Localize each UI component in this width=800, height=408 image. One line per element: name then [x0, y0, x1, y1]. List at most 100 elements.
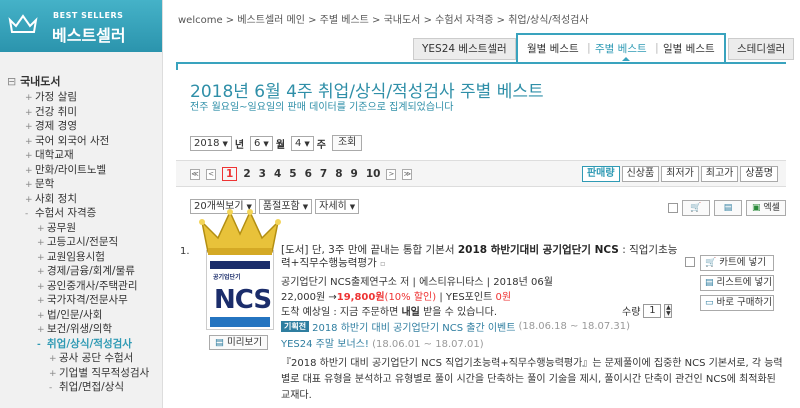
sidebar-item[interactable]: + 교원임용시험 [37, 249, 105, 264]
sort-button[interactable]: 최저가 [661, 166, 699, 182]
sidebar-item[interactable]: + 국어 외국어 사전 [25, 133, 109, 148]
sidebar-category-title[interactable]: ⊟ 국내도서 [7, 73, 61, 89]
expand-icon: + [49, 354, 57, 364]
year-label: 년 [234, 139, 245, 151]
sidebar-item[interactable]: + 경제 경영 [25, 118, 77, 133]
item-event[interactable]: 기획전 2018 하반기 대비 공기업단기 NCS 출간 이벤트 (18.06.… [281, 319, 630, 334]
sidebar-item-label: 고등고시/전문직 [47, 236, 119, 248]
quantity-step-button[interactable]: ▲ ▼ [664, 303, 673, 318]
logo-tag: BEST SELLERS [53, 11, 124, 20]
excel-button[interactable]: ▣ 엑셀 [746, 200, 786, 216]
crown-icon [8, 14, 38, 33]
page-number[interactable]: 2 [243, 168, 250, 180]
item-publisher: 공기업단기 NCS출제연구소 저 | 에스티유니타스 | 2018년 06월 [281, 277, 553, 288]
current-page[interactable]: 1 [222, 167, 238, 181]
expand-icon: + [25, 122, 33, 132]
item-weekend-bonus[interactable]: YES24 주말 보너스! (18.06.01 ~ 18.07.01) [281, 335, 484, 350]
page-number[interactable]: 7 [320, 168, 327, 180]
expand-icon: + [49, 368, 57, 379]
sidebar-item[interactable]: + 기업별 직무적성검사 [49, 365, 149, 380]
sort-button[interactable]: 신상품 [621, 166, 660, 182]
tab-yes24-bestseller[interactable]: YES24 베스트셀러 [413, 38, 516, 60]
item-checkbox[interactable] [685, 257, 695, 267]
sidebar-item-label: 건강 취미 [35, 105, 77, 118]
page-number[interactable]: 3 [259, 168, 266, 180]
tab-weekly[interactable]: 주별 베스트 [595, 41, 647, 56]
sidebar-item[interactable]: + 문학 [25, 176, 54, 191]
last-page-button[interactable]: ≫ [402, 168, 413, 180]
pager-bar: ≪ < 1 2 3 4 5 6 7 8 9 10 > ≫ 판매량 신상품 최저가 최고가 상품명 [176, 160, 786, 187]
page-number[interactable]: 8 [335, 168, 342, 180]
sidebar-item-label: 취업/면접/상식 [59, 381, 125, 393]
sidebar-item[interactable]: + 경제/금융/회계/물류 [37, 263, 135, 278]
sort-button[interactable]: 판매량 [581, 166, 620, 182]
sidebar-item[interactable]: + 공무원 [37, 220, 76, 235]
breadcrumb[interactable]: welcome > 베스트셀러 메인 > 주별 베스트 > 국내도서 > 수험서… [178, 11, 589, 26]
sidebar-item[interactable]: + 만화/라이트노벨 [25, 162, 106, 177]
page-number[interactable]: 6 [305, 168, 312, 180]
sidebar-item[interactable]: - 수험서 자격증 [25, 205, 96, 220]
page-number[interactable]: 10 [366, 168, 381, 180]
expand-icon: + [37, 325, 45, 335]
sidebar-item[interactable]: + 보건/위생/의학 [37, 321, 112, 336]
heading-rule [176, 62, 786, 64]
tab-daily[interactable]: 일별 베스트 [663, 41, 715, 56]
page-number[interactable]: 4 [274, 168, 281, 180]
sidebar-item[interactable]: + 법/인문/사회 [37, 307, 102, 322]
date-selector: 2018 ▼ 년 6 ▼ 월 4 ▼ 주 조회 [190, 135, 363, 151]
list-icon: ▤ [723, 203, 733, 213]
tab-steady-seller[interactable]: 스테디셀러 [728, 38, 795, 60]
preview-button[interactable]: ▤ 미리보기 [209, 335, 268, 350]
expand-icon: + [37, 310, 45, 321]
sidebar-item[interactable]: + 대학교재 [25, 147, 74, 162]
expand-icon: + [25, 180, 33, 190]
week-select[interactable]: 4 ▼ [291, 135, 314, 151]
query-button[interactable]: 조회 [331, 135, 363, 151]
sidebar-item[interactable]: + 국가자격/전문사무 [37, 292, 128, 307]
detail-view-select[interactable]: 자세히 ▼ [315, 199, 360, 214]
buy-icon: ▭ [705, 298, 714, 308]
item-title[interactable]: [도서] 단, 3주 만에 끝내는 통합 기본서 2018 하반기대비 공기업단… [281, 244, 681, 270]
new-window-icon[interactable]: ▫ [380, 259, 385, 268]
sidebar-item[interactable]: + 공인중개사/주택관리 [37, 278, 137, 293]
sort-button[interactable]: 상품명 [740, 166, 778, 182]
add-to-cart-button[interactable]: 🛒 카트에 넣기 [700, 255, 774, 271]
expand-icon: + [37, 238, 45, 248]
sidebar-item[interactable]: + 공사 공단 수험서 [49, 350, 133, 365]
expand-icon: + [25, 165, 33, 176]
page-number[interactable]: 9 [351, 168, 358, 180]
sidebar-item-label: 취업/상식/적성검사 [47, 337, 132, 350]
book-cover[interactable]: 공기업단기 NCS [206, 250, 274, 330]
sidebar-item[interactable]: - 취업/면접/상식 [49, 379, 124, 394]
sort-button[interactable]: 최고가 [700, 166, 739, 182]
quantity-input[interactable]: 1 [643, 303, 662, 318]
cart-icon: 🛒 [705, 258, 717, 268]
buy-now-button[interactable]: ▭ 바로 구매하기 [700, 295, 774, 311]
sidebar-item[interactable]: + 사회 정치 [25, 191, 77, 206]
month-label: 월 [275, 139, 286, 151]
add-to-list-button[interactable]: ▤ 리스트에 넣기 [700, 275, 774, 291]
select-all-checkbox[interactable] [668, 203, 678, 213]
sidebar-item[interactable]: + 고등고시/전문직 [37, 234, 118, 249]
collapse-icon: - [25, 209, 29, 219]
page-number[interactable]: 5 [289, 168, 296, 180]
sidebar-item[interactable]: + 가정 살림 [25, 89, 77, 104]
expand-icon: + [25, 194, 33, 205]
bulk-list-button[interactable]: ▤ [714, 200, 742, 216]
next-page-button[interactable]: > [386, 168, 397, 180]
bestseller-logo[interactable]: BEST SELLERS 베스트셀러 [0, 0, 162, 52]
gold-crown-icon [199, 209, 281, 255]
sidebar-item-label: 공사 공단 수험서 [59, 352, 134, 364]
year-select[interactable]: 2018 ▼ [190, 135, 232, 151]
sidebar-item[interactable]: - 취업/상식/적성검사 [37, 336, 132, 351]
sort-options: 판매량 신상품 최저가 최고가 상품명 [581, 166, 778, 182]
sidebar-item-label: 경제/금융/회계/물류 [47, 265, 135, 277]
prev-page-button[interactable]: < [206, 168, 216, 180]
first-page-button[interactable]: ≪ [190, 168, 200, 180]
heading-rule-corner [176, 62, 178, 70]
month-select[interactable]: 6 ▼ [250, 135, 273, 151]
bulk-cart-button[interactable]: 🛒 [682, 200, 710, 216]
tab-monthly[interactable]: 월별 베스트 [527, 41, 579, 56]
event-tag: 기획전 [281, 321, 310, 332]
sidebar-item[interactable]: + 건강 취미 [25, 104, 77, 119]
